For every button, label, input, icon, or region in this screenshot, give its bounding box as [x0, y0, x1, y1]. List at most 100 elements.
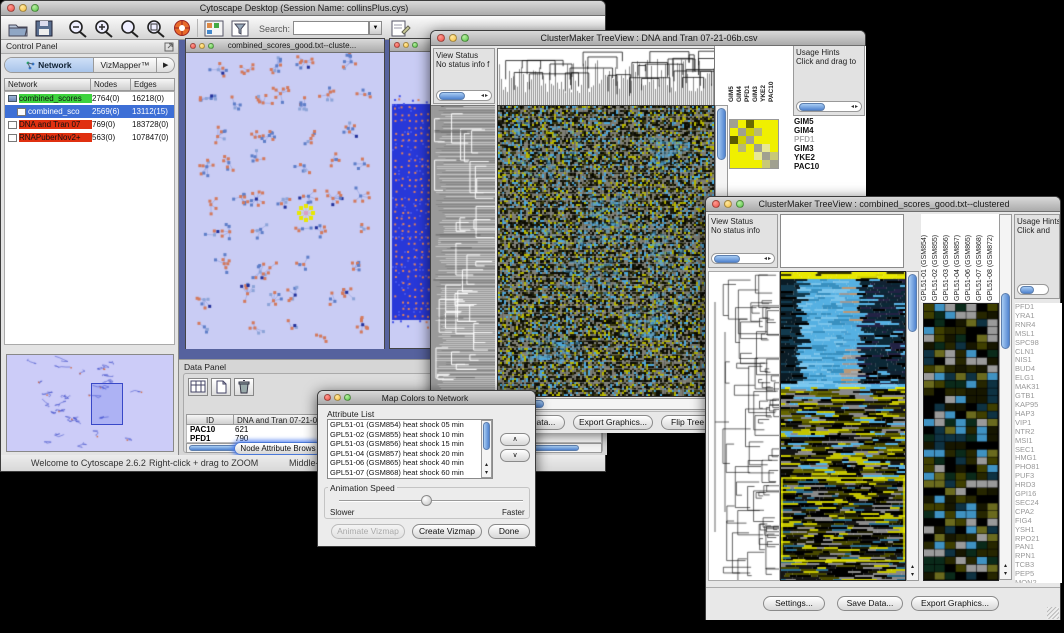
close-button[interactable]: [190, 43, 196, 49]
close-button[interactable]: [394, 42, 400, 48]
new-attribute-button[interactable]: [211, 378, 231, 396]
attribute-list-scrollbar[interactable]: ▴▾: [481, 420, 492, 478]
zoom-button[interactable]: [344, 394, 351, 401]
attribute-select-button[interactable]: [188, 378, 208, 396]
search-input[interactable]: [293, 21, 369, 35]
column-label: GPL51-08 (GSM872): [987, 215, 998, 301]
minimize-button[interactable]: [724, 200, 732, 208]
gene-label[interactable]: GIM4: [794, 126, 864, 135]
zoom-selected-icon[interactable]: [119, 19, 141, 38]
summary-heatmap-matrix[interactable]: [729, 119, 779, 169]
tab-overflow-button[interactable]: ▶: [157, 58, 174, 72]
settings-button[interactable]: Settings...: [763, 596, 825, 611]
attribute-item[interactable]: GPL51-01 (GSM854) heat shock 05 min: [328, 420, 492, 430]
column-label: GPL51-01 (GSM854): [921, 215, 932, 301]
tab-network[interactable]: Network: [5, 58, 94, 72]
move-down-button[interactable]: ∨: [500, 449, 530, 462]
export-graphics-button[interactable]: Export Graphics...: [911, 596, 999, 611]
network-table-row[interactable]: combined_sco 2569(6) 13112(15): [5, 105, 174, 118]
gene-label[interactable]: PAC10: [794, 162, 864, 171]
network-overview[interactable]: [6, 354, 174, 452]
zoom-button[interactable]: [412, 42, 418, 48]
column-label: GPL51-04 (GSM857): [954, 215, 965, 301]
tab-vizmapper[interactable]: VizMapper™: [94, 58, 158, 72]
minimize-button[interactable]: [199, 43, 205, 49]
zoom-button[interactable]: [31, 4, 39, 12]
global-heatmap-canvas[interactable]: [780, 271, 906, 581]
node-attribute-icon[interactable]: [203, 19, 225, 38]
float-panel-icon[interactable]: [164, 42, 174, 52]
zoom-button[interactable]: [736, 200, 744, 208]
heatmap-canvas[interactable]: [497, 105, 715, 397]
gene-label[interactable]: PFD1: [794, 135, 864, 144]
attribute-list[interactable]: GPL51-01 (GSM854) heat shock 05 minGPL51…: [327, 419, 493, 479]
column-header[interactable]: Edges: [131, 78, 175, 91]
filter-icon[interactable]: [229, 19, 251, 38]
node-attribute-browser-button[interactable]: Node Attribute Brows: [234, 442, 322, 455]
create-vizmap-button[interactable]: Create Vizmap: [412, 524, 482, 539]
minimize-button[interactable]: [19, 4, 27, 12]
view-status-title: View Status: [709, 215, 777, 226]
close-button[interactable]: [437, 34, 445, 42]
close-button[interactable]: [7, 4, 15, 12]
gene-label[interactable]: GIM5: [794, 117, 864, 126]
zoom-in-icon[interactable]: [93, 19, 115, 38]
zoom-heatmap-canvas[interactable]: [923, 303, 999, 581]
global-vertical-scrollbar[interactable]: ▴▾: [906, 271, 919, 581]
minimize-button[interactable]: [403, 42, 409, 48]
search-dropdown-button[interactable]: ▼: [369, 21, 382, 35]
column-dendrogram-canvas[interactable]: [497, 48, 715, 106]
zoom-fit-icon[interactable]: [145, 19, 167, 38]
network-table-row[interactable]: RNAPuberNov2+ 563(0) 107847(0): [5, 131, 174, 144]
gene-label[interactable]: GIM3: [794, 144, 864, 153]
done-button[interactable]: Done: [488, 524, 530, 539]
column-header[interactable]: ID: [186, 414, 234, 425]
usage-hints-text: Click and drag to: [794, 57, 864, 66]
network-table-row[interactable]: combined_scores 2764(0) 16218(0): [5, 92, 174, 105]
close-button[interactable]: [712, 200, 720, 208]
usage-hints-scrollbar[interactable]: ◂▸: [796, 101, 862, 112]
attribute-item[interactable]: GPL51-02 (GSM855) heat shock 10 min: [328, 430, 492, 440]
right-vertical-scrollbar[interactable]: ▴▾: [999, 214, 1012, 580]
network-table-row[interactable]: DNA and Tran 07 769(0) 183728(0): [5, 118, 174, 131]
column-header[interactable]: Nodes: [91, 78, 131, 91]
zoom-out-icon[interactable]: [67, 19, 89, 38]
treeview1-title-bar[interactable]: ClusterMaker TreeView : DNA and Tran 07-…: [431, 31, 865, 46]
network-window-a[interactable]: combined_scores_good.txt--cluste...: [185, 38, 385, 349]
column-header[interactable]: Network: [4, 78, 91, 91]
open-icon[interactable]: [7, 19, 29, 38]
treeview2-title-bar[interactable]: ClusterMaker TreeView : combined_scores_…: [706, 197, 1060, 212]
annotation-icon[interactable]: [389, 19, 411, 38]
attribute-item[interactable]: GPL51-03 (GSM856) heat shock 15 min: [328, 439, 492, 449]
minimize-button[interactable]: [334, 394, 341, 401]
usage-hints-panel: Usage Hints Click and: [1014, 214, 1060, 299]
zoom-button[interactable]: [461, 34, 469, 42]
row-dendrogram-canvas[interactable]: [431, 105, 495, 396]
export-graphics-button[interactable]: Export Graphics...: [573, 415, 653, 430]
save-data-button[interactable]: Save Data...: [837, 596, 903, 611]
help-icon[interactable]: [171, 19, 193, 38]
row-dendrogram-canvas[interactable]: [708, 271, 780, 581]
gene-label[interactable]: YKE2: [794, 153, 864, 162]
usage-hints-scrollbar[interactable]: [1017, 284, 1049, 295]
move-up-button[interactable]: ∧: [500, 433, 530, 446]
resize-grip[interactable]: [1047, 607, 1059, 619]
gene-label[interactable]: MON2: [1015, 579, 1062, 583]
minimize-button[interactable]: [449, 34, 457, 42]
close-button[interactable]: [324, 394, 331, 401]
view-status-scrollbar[interactable]: ◂▸: [436, 90, 492, 101]
animate-vizmap-button[interactable]: Animate Vizmap: [331, 524, 405, 539]
dialog-title-bar[interactable]: Map Colors to Network: [318, 391, 535, 405]
column-label: GPL51-03 (GSM856): [943, 215, 954, 301]
delete-attribute-button[interactable]: [234, 378, 254, 396]
main-title-bar[interactable]: Cytoscape Desktop (Session Name: collins…: [1, 1, 605, 16]
attribute-item[interactable]: GPL51-06 (GSM865) heat shock 40 min: [328, 458, 492, 468]
attribute-item[interactable]: GPL51-07 (GSM868) heat shock 60 min: [328, 468, 492, 478]
view-status-scrollbar[interactable]: ◂▸: [711, 253, 775, 264]
attribute-item[interactable]: GPL51-04 (GSM857) heat shock 20 min: [328, 449, 492, 459]
save-icon[interactable]: [33, 19, 55, 38]
animation-speed-slider-thumb[interactable]: [421, 495, 432, 506]
network-view-canvas[interactable]: [186, 53, 384, 349]
overview-viewport-rect[interactable]: [91, 383, 123, 425]
treeview2-title: ClusterMaker TreeView : combined_scores_…: [744, 199, 1060, 209]
